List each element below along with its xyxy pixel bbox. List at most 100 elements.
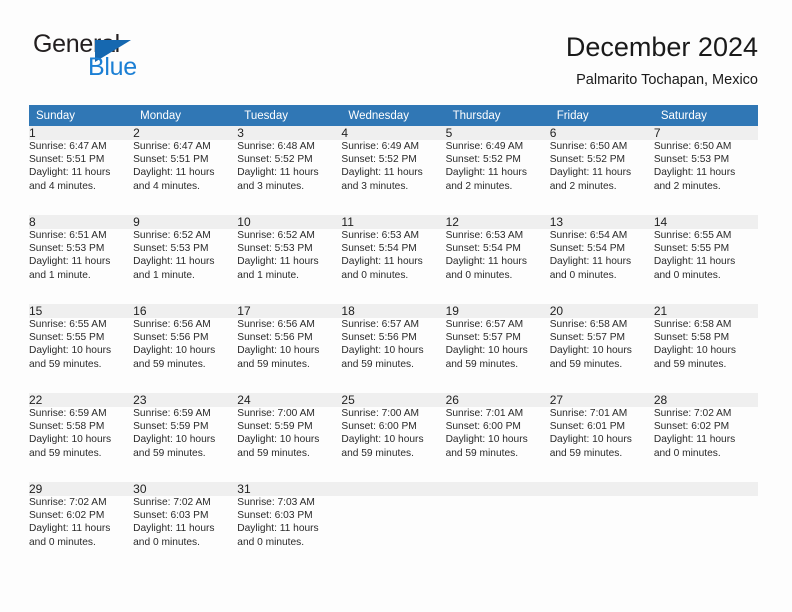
daylight-duration-line2: and 59 minutes. [29,358,102,370]
day-cell-25[interactable]: Sunrise: 7:00 AM Sunset: 6:00 PM Daylight:… [341,407,446,470]
sunrise-time: Sunrise: 6:53 AM [341,230,420,241]
day-detail-row: Sunrise: 6:55 AM Sunset: 5:55 PM Daylight:… [29,318,758,381]
day-number-row: 8 9 10 11 12 13 14 [29,215,758,229]
day-number-9[interactable]: 9 [133,215,238,229]
day-cell-23[interactable]: Sunrise: 6:59 AM Sunset: 5:59 PM Daylight:… [133,407,238,470]
day-cell-8[interactable]: Sunrise: 6:51 AM Sunset: 5:53 PM Daylight:… [29,229,134,292]
day-cell-30[interactable]: Sunrise: 7:02 AM Sunset: 6:03 PM Daylight:… [133,496,238,559]
day-cell-17[interactable]: Sunrise: 6:56 AM Sunset: 5:56 PM Daylight:… [237,318,342,381]
daylight-duration-line2: and 59 minutes. [549,358,623,370]
sunset-time: Sunset: 5:56 PM [237,332,313,344]
day-number-13[interactable]: 13 [549,215,654,229]
day-number-3[interactable]: 3 [237,126,342,140]
sunset-time: Sunset: 5:57 PM [445,332,521,344]
day-cell-4[interactable]: Sunrise: 6:49 AM Sunset: 5:52 PM Daylight:… [341,140,446,203]
daylight-duration-line1: Daylight: 10 hours [549,434,632,446]
day-cell-9[interactable]: Sunrise: 6:52 AM Sunset: 5:53 PM Daylight:… [133,229,238,292]
sunrise-time: Sunrise: 6:48 AM [237,141,315,152]
day-cell-5[interactable]: Sunrise: 6:49 AM Sunset: 5:52 PM Daylight:… [445,140,550,203]
day-number-20[interactable]: 20 [549,304,654,318]
day-number-1[interactable]: 1 [29,126,134,140]
day-cell-empty [653,496,758,559]
day-cell-13[interactable]: Sunrise: 6:54 AM Sunset: 5:54 PM Daylight:… [549,229,654,292]
day-number-row: 15 16 17 18 19 20 21 [29,304,758,318]
day-number-15[interactable]: 15 [29,304,134,318]
daylight-duration-line1: Daylight: 11 hours [133,167,215,179]
daylight-duration-line2: and 59 minutes. [133,358,206,370]
sunrise-time: Sunrise: 6:47 AM [29,141,107,152]
day-cell-19[interactable]: Sunrise: 6:57 AM Sunset: 5:57 PM Daylight:… [445,318,550,381]
day-number-14[interactable]: 14 [653,215,758,229]
daylight-duration-line2: and 59 minutes. [237,358,310,370]
day-number-11[interactable]: 11 [341,215,446,229]
day-number-24[interactable]: 24 [237,393,342,407]
daylight-duration-line2: and 0 minutes. [29,536,96,548]
day-number-30[interactable]: 30 [133,482,238,496]
day-cell-14[interactable]: Sunrise: 6:55 AM Sunset: 5:55 PM Daylight:… [653,229,758,292]
daylight-duration-line1: Daylight: 11 hours [29,256,111,268]
day-number-2[interactable]: 2 [133,126,238,140]
day-cell-20[interactable]: Sunrise: 6:58 AM Sunset: 5:57 PM Daylight:… [549,318,654,381]
day-number-row: 22 23 24 25 26 27 28 [29,393,758,407]
day-cell-6[interactable]: Sunrise: 6:50 AM Sunset: 5:52 PM Daylight:… [549,140,654,203]
day-number-22[interactable]: 22 [29,393,134,407]
day-cell-21[interactable]: Sunrise: 6:58 AM Sunset: 5:58 PM Daylight:… [653,318,758,381]
day-number-4[interactable]: 4 [341,126,446,140]
sunrise-time: Sunrise: 6:59 AM [133,408,211,419]
sunset-time: Sunset: 5:52 PM [341,154,417,166]
day-cell-16[interactable]: Sunrise: 6:56 AM Sunset: 5:56 PM Daylight:… [133,318,238,381]
weekday-header-thursday: Thursday [445,105,550,126]
day-cell-26[interactable]: Sunrise: 7:01 AM Sunset: 6:00 PM Daylight:… [445,407,550,470]
day-number-23[interactable]: 23 [133,393,238,407]
title-block: December 2024 Palmarito Tochapan, Mexico [566,31,758,89]
day-cell-1[interactable]: Sunrise: 6:47 AM Sunset: 5:51 PM Daylight:… [29,140,134,203]
day-number-19[interactable]: 19 [445,304,550,318]
day-number-21[interactable]: 21 [653,304,758,318]
day-cell-29[interactable]: Sunrise: 7:02 AM Sunset: 6:02 PM Daylight:… [29,496,134,559]
daylight-duration-line2: and 2 minutes. [653,180,721,192]
day-cell-28[interactable]: Sunrise: 7:02 AM Sunset: 6:02 PM Daylight:… [653,407,758,470]
day-number-31[interactable]: 31 [237,482,342,496]
day-number-18[interactable]: 18 [341,304,446,318]
day-cell-empty [549,496,654,559]
day-number-7[interactable]: 7 [653,126,758,140]
day-number-10[interactable]: 10 [237,215,342,229]
day-cell-10[interactable]: Sunrise: 6:52 AM Sunset: 5:53 PM Daylight:… [237,229,342,292]
week-gap [29,292,758,304]
day-cell-empty [341,496,446,559]
day-number-empty [341,482,446,496]
day-detail-row: Sunrise: 6:47 AM Sunset: 5:51 PM Daylight:… [29,140,758,203]
day-detail-row: Sunrise: 6:51 AM Sunset: 5:53 PM Daylight:… [29,229,758,292]
day-number-25[interactable]: 25 [341,393,446,407]
day-number-12[interactable]: 12 [445,215,550,229]
daylight-duration-line2: and 0 minutes. [341,269,409,281]
day-number-27[interactable]: 27 [549,393,654,407]
day-number-8[interactable]: 8 [29,215,134,229]
day-number-29[interactable]: 29 [29,482,134,496]
daylight-duration-line1: Daylight: 11 hours [237,167,319,179]
day-cell-22[interactable]: Sunrise: 6:59 AM Sunset: 5:58 PM Daylight:… [29,407,134,470]
day-number-5[interactable]: 5 [445,126,550,140]
day-number-28[interactable]: 28 [653,393,758,407]
sunrise-time: Sunrise: 6:57 AM [341,319,420,330]
day-cell-27[interactable]: Sunrise: 7:01 AM Sunset: 6:01 PM Daylight:… [549,407,654,470]
day-number-17[interactable]: 17 [237,304,342,318]
general-blue-logo: General Blue [33,32,233,88]
day-number-26[interactable]: 26 [445,393,550,407]
day-cell-12[interactable]: Sunrise: 6:53 AM Sunset: 5:54 PM Daylight:… [445,229,550,292]
day-cell-2[interactable]: Sunrise: 6:47 AM Sunset: 5:51 PM Daylight:… [133,140,238,203]
day-cell-7[interactable]: Sunrise: 6:50 AM Sunset: 5:53 PM Daylight:… [653,140,758,203]
daylight-duration-line1: Daylight: 10 hours [133,434,216,446]
day-number-16[interactable]: 16 [133,304,238,318]
day-cell-24[interactable]: Sunrise: 7:00 AM Sunset: 5:59 PM Daylight:… [237,407,342,470]
day-cell-15[interactable]: Sunrise: 6:55 AM Sunset: 5:55 PM Daylight:… [29,318,134,381]
day-cell-18[interactable]: Sunrise: 6:57 AM Sunset: 5:56 PM Daylight:… [341,318,446,381]
day-cell-3[interactable]: Sunrise: 6:48 AM Sunset: 5:52 PM Daylight:… [237,140,342,203]
day-cell-11[interactable]: Sunrise: 6:53 AM Sunset: 5:54 PM Daylight:… [341,229,446,292]
day-number-6[interactable]: 6 [549,126,654,140]
sunset-time: Sunset: 5:56 PM [133,332,209,344]
sunset-time: Sunset: 5:59 PM [133,421,209,433]
sunset-time: Sunset: 5:53 PM [29,243,105,255]
day-detail-row: Sunrise: 7:02 AM Sunset: 6:02 PM Daylight:… [29,496,758,559]
day-cell-31[interactable]: Sunrise: 7:03 AM Sunset: 6:03 PM Daylight:… [237,496,342,559]
